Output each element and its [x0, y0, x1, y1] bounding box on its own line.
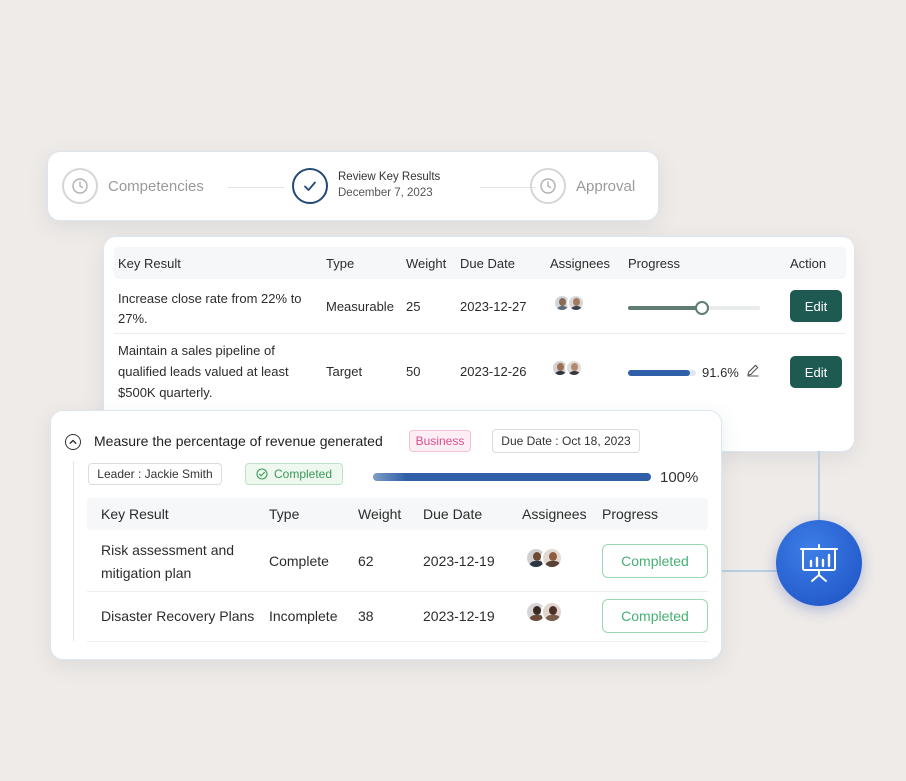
- column-header: Progress: [602, 506, 659, 522]
- detail-body-divider: [73, 461, 74, 641]
- row-divider: [87, 641, 708, 642]
- progress-value: 91.6%: [702, 365, 739, 380]
- slider-handle[interactable]: [694, 301, 709, 315]
- avatar: [541, 601, 563, 623]
- progress-slider[interactable]: [628, 301, 760, 315]
- column-header: Key Result: [101, 506, 169, 522]
- step-review-key-results[interactable]: Review Key Results December 7, 2023: [292, 168, 440, 204]
- step-date: December 7, 2023: [338, 187, 433, 199]
- check-circle-icon: [256, 468, 268, 480]
- category-tag: Business: [409, 430, 471, 452]
- row-divider: [87, 591, 708, 592]
- column-header: Assignees: [522, 506, 587, 522]
- key-result-line: Risk assessment and: [101, 542, 235, 558]
- chevron-up-icon[interactable]: [65, 434, 81, 450]
- weight-cell: 62: [358, 553, 374, 569]
- due-date-tag: Due Date : Oct 18, 2023: [492, 429, 640, 453]
- type-cell: Measurable: [326, 299, 394, 314]
- table-header: Key Result Type Weight Due Date Assignee…: [87, 498, 708, 530]
- column-header: Type: [326, 256, 355, 271]
- column-header: Due Date: [423, 506, 483, 522]
- column-header: Type: [269, 506, 300, 522]
- key-result-text: Increase close rate from 22% to 27%.: [118, 289, 302, 329]
- column-header: Progress: [628, 256, 681, 271]
- due-date-cell: 2023-12-26: [460, 364, 527, 379]
- column-header: Key Result: [118, 256, 181, 271]
- detail-title: Measure the percentage of revenue genera…: [94, 433, 383, 449]
- weight-cell: 50: [406, 364, 421, 379]
- edit-button[interactable]: Edit: [790, 290, 842, 322]
- key-result-line: 27%.: [118, 311, 148, 326]
- key-result-text: Risk assessment and mitigation plan: [101, 539, 234, 585]
- connector-line: [818, 451, 820, 521]
- connector-line: [721, 570, 777, 572]
- check-icon: [292, 168, 328, 204]
- type-cell: Incomplete: [269, 608, 338, 624]
- leader-tag: Leader : Jackie Smith: [88, 463, 222, 485]
- key-result-line: Increase close rate from 22% to: [118, 291, 302, 306]
- progress-bar: [628, 370, 696, 376]
- column-header: Weight: [406, 256, 447, 271]
- step-connector: [228, 187, 284, 188]
- key-result-line: $500K quarterly.: [118, 385, 213, 400]
- column-header: Due Date: [460, 256, 515, 271]
- key-result-text: Maintain a sales pipeline of qualified l…: [118, 340, 289, 403]
- column-header: Assignees: [550, 256, 610, 271]
- pencil-icon[interactable]: [746, 363, 760, 382]
- step-label: Review Key Results: [338, 171, 441, 184]
- progress-status: Completed: [602, 599, 708, 633]
- step-approval[interactable]: Approval: [530, 168, 635, 204]
- row-divider: [114, 333, 846, 334]
- weight-cell: 38: [358, 608, 374, 624]
- due-date-cell: 2023-12-27: [460, 299, 527, 314]
- status-text: Completed: [273, 467, 333, 481]
- key-result-line: mitigation plan: [101, 565, 192, 581]
- type-cell: Complete: [269, 553, 329, 569]
- column-header: Action: [790, 256, 827, 271]
- progress-status: Completed: [602, 544, 708, 578]
- avatar: [565, 359, 583, 377]
- type-cell: Target: [326, 364, 363, 379]
- presentation-chart-icon[interactable]: [776, 520, 862, 606]
- step-connector: [480, 187, 536, 188]
- due-date-cell: 2023-12-19: [423, 553, 495, 569]
- progress-bar: [373, 473, 651, 481]
- key-result-detail-card: Measure the percentage of revenue genera…: [51, 411, 721, 659]
- key-result-line: Maintain a sales pipeline of: [118, 343, 275, 358]
- column-header: Weight: [358, 506, 402, 522]
- weight-cell: 25: [406, 299, 421, 314]
- avatar: [541, 547, 563, 569]
- avatar: [567, 294, 585, 312]
- review-stepper: Competencies Review Key Results December…: [48, 152, 658, 220]
- clock-icon: [62, 168, 98, 204]
- progress-value: 100%: [660, 469, 699, 486]
- edit-button[interactable]: Edit: [790, 356, 842, 388]
- table-header: Key Result Type Weight Due Date Assignee…: [114, 247, 846, 279]
- key-result-text: Disaster Recovery Plans: [101, 608, 255, 624]
- step-label: Approval: [576, 177, 636, 195]
- clock-icon: [530, 168, 566, 204]
- key-result-line: qualified leads valued at least: [118, 364, 289, 379]
- step-competencies[interactable]: Competencies: [62, 168, 204, 204]
- due-date-cell: 2023-12-19: [423, 608, 495, 624]
- step-label: Competencies: [108, 177, 204, 195]
- status-badge: Completed: [245, 463, 343, 485]
